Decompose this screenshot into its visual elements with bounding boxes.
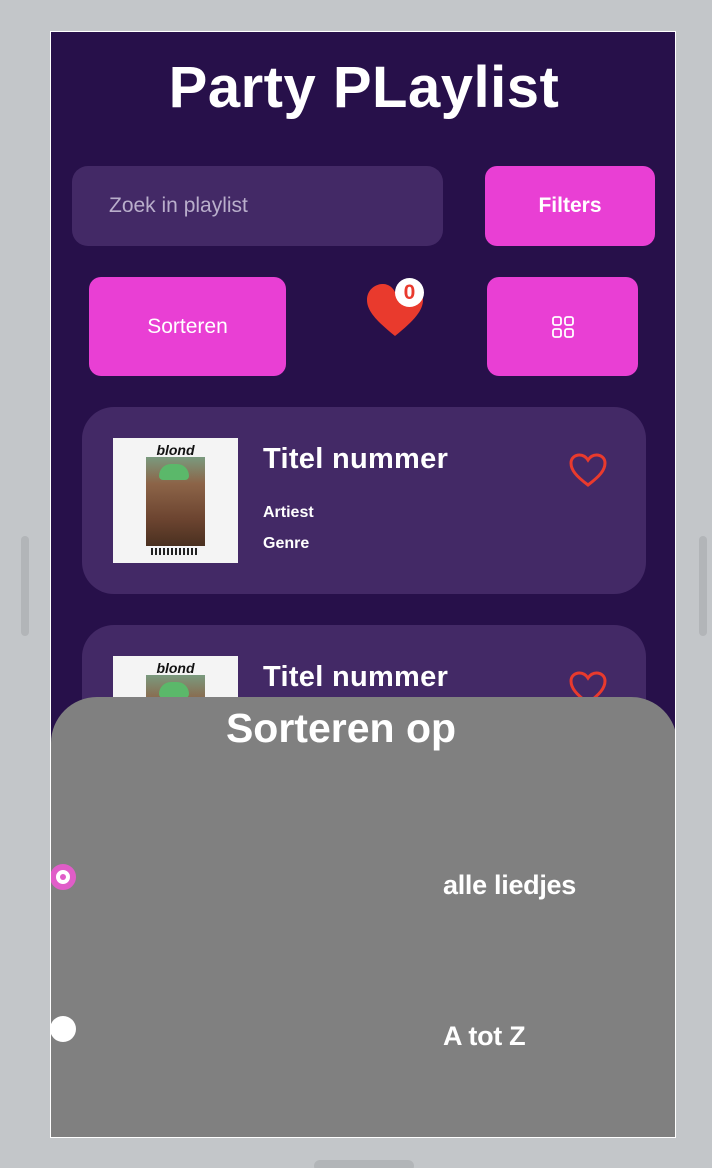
song-genre: Genre <box>263 535 310 552</box>
song-title: Titel nummer <box>263 661 449 693</box>
grid-icon <box>551 315 574 338</box>
window-resize-handle-right[interactable] <box>699 536 707 636</box>
app-screen: Party PLaylist Zoek in playlist Filters … <box>50 31 676 1138</box>
song-card[interactable]: blond Titel nummer Artiest Genre <box>82 407 646 594</box>
album-cover-text: blond <box>156 660 195 676</box>
filters-button[interactable]: Filters <box>485 166 655 246</box>
sort-option-label[interactable]: alle liedjes <box>443 870 576 901</box>
album-cover-detail <box>159 682 189 698</box>
window-resize-handle-bottom[interactable] <box>314 1160 414 1168</box>
album-cover-barcode <box>151 548 199 555</box>
album-cover: blond <box>113 438 238 563</box>
favorites-count-badge: 0 <box>395 278 424 307</box>
app-title: Party PLaylist <box>168 55 560 120</box>
sort-bottom-sheet: Sorteren op alle liedjes A tot Z <box>51 697 675 1137</box>
sort-option-radio[interactable] <box>51 1016 76 1042</box>
sort-sheet-title: Sorteren op <box>225 705 457 751</box>
search-input[interactable]: Zoek in playlist <box>72 166 443 246</box>
album-cover-detail <box>159 464 189 480</box>
song-title: Titel nummer <box>263 443 449 475</box>
window-resize-handle-left[interactable] <box>21 536 29 636</box>
grid-view-button[interactable] <box>487 277 638 376</box>
like-heart-icon[interactable] <box>568 452 608 488</box>
sort-option-label[interactable]: A tot Z <box>443 1021 526 1052</box>
album-cover-text: blond <box>156 442 195 458</box>
sort-button[interactable]: Sorteren <box>89 277 286 376</box>
sort-option-radio[interactable] <box>51 864 76 890</box>
song-artist: Artiest <box>263 504 314 521</box>
